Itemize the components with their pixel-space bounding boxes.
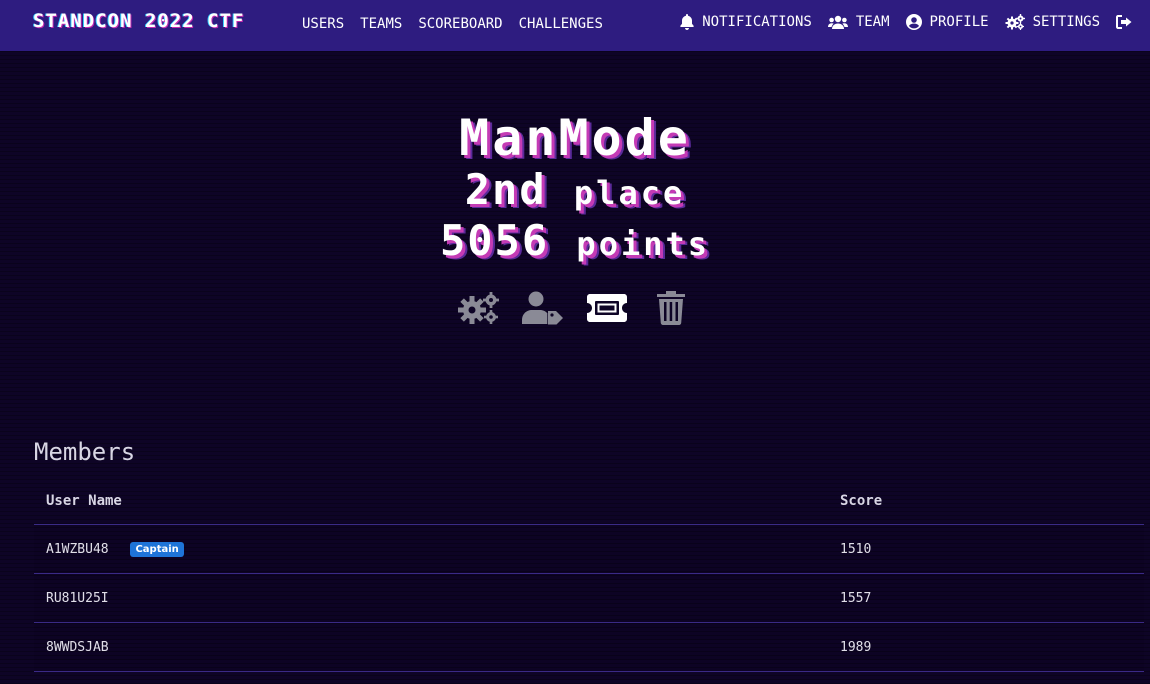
nav-teams-link[interactable]: TEAMS (360, 16, 402, 32)
logout-icon (1116, 15, 1132, 29)
table-row: A1WZBU48 Captain 1510 (34, 524, 1144, 574)
member-name-link[interactable]: RU81U25I (46, 591, 109, 606)
member-name-cell: A1WZBU48 Captain (34, 524, 828, 574)
top-navbar: STANDCON 2022 CTF USERS TEAMS SCOREBOARD… (0, 0, 1150, 51)
team-place-number: 2nd (464, 165, 547, 214)
team-settings-button[interactable] (458, 290, 500, 326)
nav-users-link[interactable]: USERS (302, 16, 344, 32)
user-tag-icon (522, 291, 563, 325)
team-place: 2nd place (0, 166, 1150, 217)
nav-scoreboard-link[interactable]: SCOREBOARD (418, 16, 502, 32)
member-name-cell: RU81U25I (34, 573, 828, 623)
brand-logo[interactable]: STANDCON 2022 CTF (33, 10, 244, 32)
ticket-icon (587, 294, 627, 322)
nav-notifications-link[interactable]: NOTIFICATIONS (680, 14, 812, 30)
table-header-row: User Name Score (34, 478, 1144, 525)
nav-team-label: TEAM (855, 14, 890, 30)
table-row: 8WWDSJAB 1989 (34, 622, 1144, 672)
nav-settings-label: SETTINGS (1032, 14, 1100, 30)
users-icon (827, 15, 848, 29)
cogs-icon (1005, 14, 1025, 30)
member-score-cell: 1510 (828, 524, 1144, 574)
bell-icon (680, 14, 694, 30)
nav-profile-link[interactable]: PROFILE (905, 14, 989, 30)
team-actions (0, 290, 1150, 326)
column-header-score: Score (828, 478, 1144, 525)
team-hero: ManMode 2nd place 5056 points (0, 110, 1150, 326)
team-points-word: points (576, 225, 711, 263)
nav-challenges-link[interactable]: CHALLENGES (519, 16, 603, 32)
team-disband-button[interactable] (650, 290, 692, 326)
nav-main-links: USERS TEAMS SCOREBOARD CHALLENGES (302, 16, 619, 32)
team-points-number: 5056 (439, 216, 550, 265)
nav-notifications-label: NOTIFICATIONS (702, 14, 812, 30)
user-circle-icon (905, 14, 922, 30)
nav-profile-label: PROFILE (929, 14, 989, 30)
nav-logout-link[interactable] (1116, 15, 1132, 29)
team-place-word: place (573, 174, 686, 212)
member-score-cell: 1989 (828, 622, 1144, 672)
cogs-icon (458, 292, 499, 324)
trash-icon (657, 291, 685, 325)
table-row: RU81U25I 1557 (34, 573, 1144, 623)
members-heading: Members (34, 438, 136, 466)
column-header-username: User Name (34, 478, 828, 525)
team-name: ManMode (459, 109, 691, 167)
team-captain-button[interactable] (522, 290, 564, 326)
member-name-link[interactable]: 8WWDSJAB (46, 640, 109, 655)
member-name-cell: 8WWDSJAB (34, 622, 828, 672)
nav-settings-link[interactable]: SETTINGS (1005, 14, 1100, 30)
members-table: User Name Score A1WZBU48 Captain 1510 RU… (34, 478, 1144, 672)
nav-user-links: NOTIFICATIONS TEAM PROFILE SETTINGS (664, 14, 1132, 30)
member-score-cell: 1557 (828, 573, 1144, 623)
team-invite-button[interactable] (586, 290, 628, 326)
nav-team-link[interactable]: TEAM (827, 14, 890, 30)
team-points: 5056 points (0, 217, 1150, 268)
captain-badge: Captain (130, 541, 184, 557)
member-name-link[interactable]: A1WZBU48 (46, 542, 109, 557)
